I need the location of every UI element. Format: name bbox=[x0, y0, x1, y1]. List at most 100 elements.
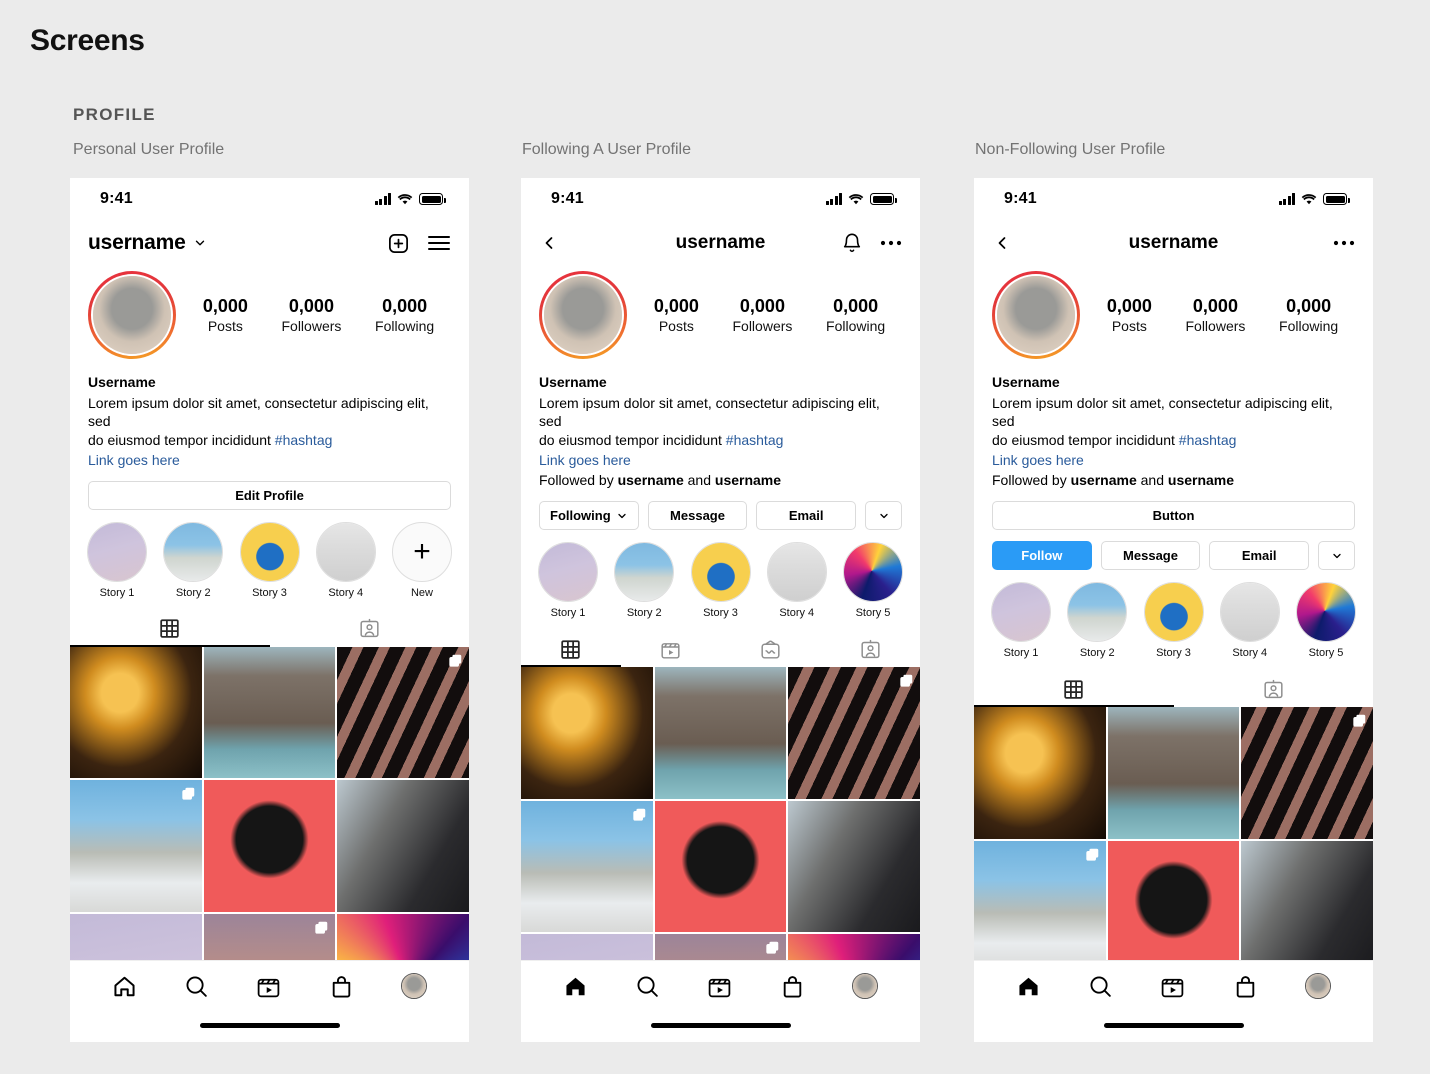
profile-nav-avatar[interactable] bbox=[401, 973, 428, 999]
add-post-icon[interactable] bbox=[387, 232, 410, 255]
more-options-icon[interactable] bbox=[880, 240, 902, 246]
stat-posts[interactable]: 0,000 Posts bbox=[1107, 294, 1152, 336]
story-thumbnail[interactable] bbox=[843, 542, 903, 603]
profile-nav-avatar[interactable] bbox=[1305, 973, 1332, 999]
black-dog-red-bandana-photo[interactable] bbox=[203, 780, 336, 913]
grid-tab[interactable] bbox=[70, 611, 270, 647]
story-highlight-1[interactable]: Story 1 bbox=[86, 521, 148, 599]
email-button[interactable]: Email bbox=[756, 501, 857, 531]
story-thumbnail[interactable] bbox=[87, 521, 147, 582]
search-nav-icon[interactable] bbox=[1088, 974, 1113, 999]
more-actions-button[interactable] bbox=[865, 501, 903, 531]
home-nav-icon[interactable] bbox=[1016, 974, 1041, 999]
tagged-tab[interactable] bbox=[270, 611, 470, 647]
stat-following[interactable]: 0,000 Following bbox=[826, 294, 885, 336]
edit-profile-button[interactable]: Edit Profile bbox=[88, 480, 451, 510]
email-button[interactable]: Email bbox=[1209, 541, 1310, 571]
story-highlight-2[interactable]: Story 2 bbox=[613, 542, 675, 619]
search-nav-icon[interactable] bbox=[635, 974, 660, 999]
back-chevron-icon[interactable] bbox=[539, 233, 559, 253]
curly-hair-portrait-photo[interactable] bbox=[1241, 840, 1373, 973]
umbrella-lights-photo[interactable] bbox=[521, 667, 653, 799]
stat-posts[interactable]: 0,000 Posts bbox=[203, 294, 248, 336]
orange-beetle-car-photo[interactable] bbox=[521, 800, 653, 933]
orange-beetle-car-photo[interactable] bbox=[70, 780, 202, 913]
story-highlight-4[interactable]: Story 4 bbox=[315, 521, 377, 599]
profile-avatar[interactable] bbox=[88, 271, 176, 359]
bell-icon[interactable] bbox=[841, 232, 863, 254]
story-thumbnail[interactable] bbox=[315, 521, 376, 582]
profile-avatar[interactable] bbox=[539, 271, 627, 359]
stat-posts[interactable]: 0,000 Posts bbox=[654, 294, 699, 336]
striped-wall-portrait-photo[interactable] bbox=[1241, 707, 1373, 839]
chevron-down-icon[interactable] bbox=[193, 236, 207, 250]
stat-followers[interactable]: 0,000 Followers bbox=[281, 294, 341, 336]
stat-following[interactable]: 0,000 Following bbox=[375, 294, 434, 336]
story-thumbnail[interactable] bbox=[766, 542, 827, 603]
profile-external-link[interactable]: Link goes here bbox=[88, 452, 180, 468]
story-highlight-3[interactable]: Story 3 bbox=[239, 521, 301, 599]
follow-button[interactable]: Follow bbox=[992, 541, 1092, 571]
story-highlight-4[interactable]: Story 4 bbox=[1219, 582, 1281, 659]
profile-avatar[interactable] bbox=[992, 271, 1080, 359]
story-highlight-5[interactable]: Story 5 bbox=[1295, 582, 1357, 659]
more-actions-button[interactable] bbox=[1318, 541, 1356, 571]
story-thumbnail[interactable] bbox=[991, 582, 1051, 643]
message-button[interactable]: Message bbox=[647, 501, 748, 531]
home-nav-icon[interactable] bbox=[563, 974, 588, 999]
home-nav-icon[interactable] bbox=[112, 974, 137, 999]
generic-button[interactable]: Button bbox=[992, 501, 1355, 531]
header-username[interactable]: username bbox=[88, 231, 186, 255]
reels-nav-icon[interactable] bbox=[256, 974, 281, 999]
mountain-lake-photo[interactable] bbox=[654, 667, 787, 799]
bio-hashtag[interactable]: #hashtag bbox=[726, 432, 784, 448]
shop-nav-icon[interactable] bbox=[329, 974, 354, 999]
story-thumbnail[interactable] bbox=[239, 521, 300, 582]
striped-wall-portrait-photo[interactable] bbox=[337, 646, 469, 779]
story-thumbnail[interactable] bbox=[163, 521, 224, 582]
message-button[interactable]: Message bbox=[1100, 541, 1201, 571]
story-highlight-2[interactable]: Story 2 bbox=[1066, 582, 1128, 659]
story-thumbnail[interactable] bbox=[1219, 582, 1280, 643]
black-dog-red-bandana-photo[interactable] bbox=[1107, 840, 1240, 973]
stat-followers[interactable]: 0,000 Followers bbox=[1185, 294, 1245, 336]
back-chevron-icon[interactable] bbox=[992, 233, 1012, 253]
profile-external-link[interactable]: Link goes here bbox=[992, 452, 1084, 468]
striped-wall-portrait-photo[interactable] bbox=[788, 667, 920, 799]
orange-beetle-car-photo[interactable] bbox=[974, 840, 1106, 973]
curly-hair-portrait-photo[interactable] bbox=[788, 800, 920, 933]
search-nav-icon[interactable] bbox=[184, 974, 209, 999]
more-options-icon[interactable] bbox=[1333, 240, 1355, 246]
story-highlight-5[interactable]: Story 5 bbox=[842, 542, 904, 619]
shop-nav-icon[interactable] bbox=[1233, 974, 1258, 999]
story-highlight-4[interactable]: Story 4 bbox=[766, 542, 828, 619]
tagged-tab[interactable] bbox=[1174, 671, 1374, 707]
black-dog-red-bandana-photo[interactable] bbox=[654, 800, 787, 933]
hamburger-menu-icon[interactable] bbox=[427, 233, 451, 253]
new-story-icon[interactable]: + bbox=[392, 521, 452, 582]
story-highlight-2[interactable]: Story 2 bbox=[162, 521, 224, 599]
story-highlight-3[interactable]: Story 3 bbox=[1143, 582, 1205, 659]
story-thumbnail[interactable] bbox=[538, 542, 598, 603]
grid-tab[interactable] bbox=[974, 671, 1174, 707]
stat-following[interactable]: 0,000 Following bbox=[1279, 294, 1338, 336]
umbrella-lights-photo[interactable] bbox=[70, 646, 202, 779]
mountain-lake-photo[interactable] bbox=[203, 646, 336, 779]
story-highlight-1[interactable]: Story 1 bbox=[537, 542, 599, 619]
profile-external-link[interactable]: Link goes here bbox=[539, 452, 631, 468]
bio-hashtag[interactable]: #hashtag bbox=[1179, 432, 1237, 448]
shop-nav-icon[interactable] bbox=[780, 974, 805, 999]
following-button[interactable]: Following bbox=[539, 501, 639, 531]
story-thumbnail[interactable] bbox=[1296, 582, 1356, 643]
tagged-tab[interactable] bbox=[820, 631, 920, 667]
reels-nav-icon[interactable] bbox=[707, 974, 732, 999]
story-highlight-1[interactable]: Story 1 bbox=[990, 582, 1052, 659]
profile-nav-avatar[interactable] bbox=[852, 973, 879, 999]
reels-nav-icon[interactable] bbox=[1160, 974, 1185, 999]
story-thumbnail[interactable] bbox=[1067, 582, 1128, 643]
story-highlight-5[interactable]: + New bbox=[391, 521, 453, 599]
mountain-lake-photo[interactable] bbox=[1107, 707, 1240, 839]
igtv-tab[interactable] bbox=[721, 631, 821, 667]
story-thumbnail[interactable] bbox=[614, 542, 675, 603]
bio-hashtag[interactable]: #hashtag bbox=[275, 432, 333, 448]
